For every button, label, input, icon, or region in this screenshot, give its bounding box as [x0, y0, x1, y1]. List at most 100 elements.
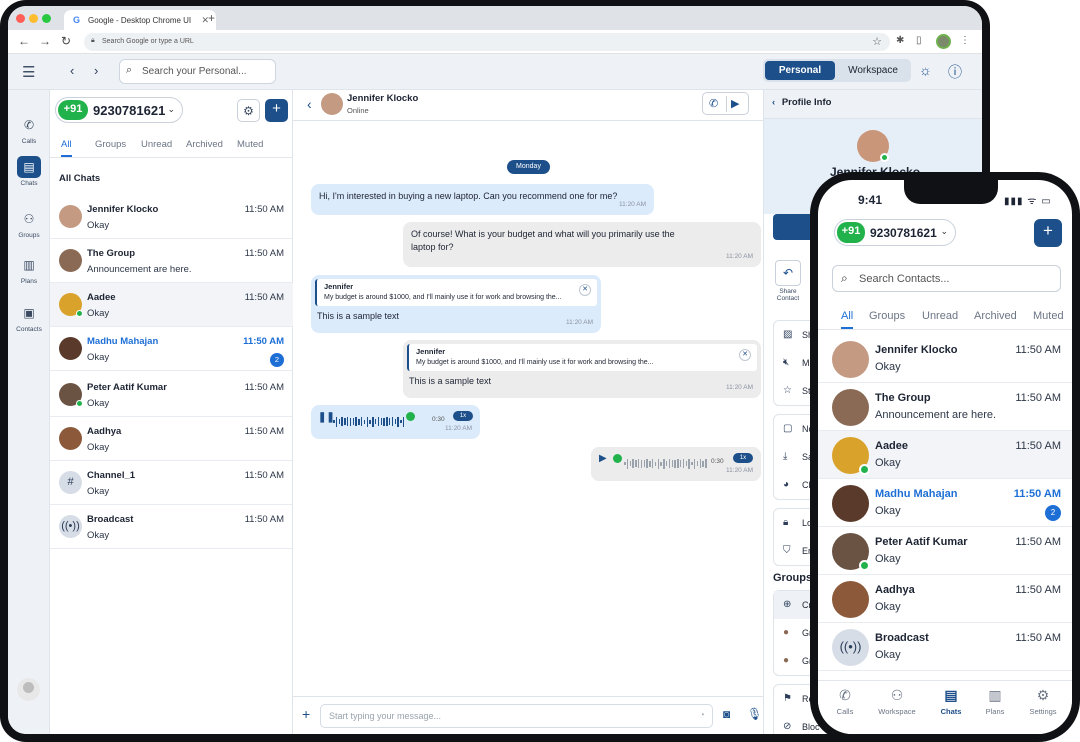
nav-plans[interactable]: ▥ Plans [970, 687, 1020, 716]
chat-row[interactable]: Aadee Okay 11:50 AM [818, 431, 1072, 479]
close-icon[interactable]: ✕ [579, 284, 591, 296]
rail-item-calls[interactable]: ✆ Calls [8, 114, 50, 145]
playback-handle[interactable] [613, 454, 622, 463]
tab-muted[interactable]: Muted [1033, 310, 1064, 322]
forward-arrow-icon[interactable]: → [39, 34, 51, 48]
extensions-icon[interactable]: ✱ [896, 35, 904, 46]
close-window-dot[interactable] [16, 14, 25, 23]
bookmark-star-icon[interactable]: ☆ [872, 35, 882, 48]
chat-row[interactable]: Peter Aatif Kumar Okay 11:50 AM [50, 373, 293, 417]
nav-chats[interactable]: ▤ Chats [926, 687, 976, 716]
rail-item-groups[interactable]: ⚇ Groups [8, 208, 50, 239]
sidebar-panel-icon[interactable]: ▯ [916, 35, 922, 46]
rail-item-contacts[interactable]: ▣ Contacts [8, 302, 50, 333]
rail-item-plans[interactable]: ▥ Plans [8, 254, 50, 285]
microphone-icon[interactable]: 🎙︎ [747, 707, 762, 721]
chat-row[interactable]: Jennifer Klocko Okay 11:50 AM [50, 195, 293, 239]
address-bar[interactable]: 🔒︎ Search Google or type a URL ☆ [84, 33, 890, 51]
chat-row[interactable]: Aadhya Okay 11:50 AM [818, 575, 1072, 623]
maximize-window-dot[interactable] [42, 14, 51, 23]
message-bubble-outgoing[interactable]: Of course! What is your budget and what … [403, 222, 761, 267]
nav-settings[interactable]: ⚙ Settings [1018, 687, 1068, 716]
profile-avatar[interactable] [936, 34, 951, 49]
minimize-window-dot[interactable] [29, 14, 38, 23]
tab-archived[interactable]: Archived [186, 139, 223, 150]
nav-workspace[interactable]: ⚇ Workspace [872, 687, 922, 716]
play-icon[interactable]: ▶ [599, 452, 607, 465]
new-chat-button[interactable]: + [265, 99, 288, 122]
more-menu-icon[interactable]: ⋮ [960, 35, 970, 46]
sticker-icon[interactable]: ◔ [699, 710, 705, 721]
chat-row[interactable]: Jennifer Klocko Okay 11:50 AM [818, 335, 1072, 383]
chat-row[interactable]: ((•)) Broadcast Okay 11:50 AM [818, 623, 1072, 671]
reload-icon[interactable]: ↻ [61, 34, 71, 48]
playback-speed-button[interactable]: 1x [733, 453, 753, 463]
tab-archived[interactable]: Archived [974, 310, 1017, 322]
camera-icon[interactable]: ◙ [723, 707, 730, 721]
message-input[interactable]: Start typing your message... ◔ [320, 704, 713, 728]
tab-unread[interactable]: Unread [141, 139, 172, 150]
tab-muted[interactable]: Muted [237, 139, 263, 150]
tab-groups[interactable]: Groups [95, 139, 126, 150]
chat-row[interactable]: Madhu Mahajan Okay 11:50 AM 2 [50, 327, 293, 371]
unread-badge: 2 [270, 353, 284, 367]
waveform-bar [651, 458, 654, 469]
status-time: 9:41 [858, 193, 883, 207]
settings-button[interactable]: ⚙ [237, 99, 260, 122]
voice-message-outgoing[interactable]: ▶ 0:30 1x 11:20 AM [591, 447, 761, 481]
tab-unread[interactable]: Unread [922, 310, 958, 322]
info-icon[interactable]: ⓘ [948, 62, 962, 82]
search-input[interactable]: ⌕ Search Contacts... [832, 265, 1061, 292]
playback-speed-button[interactable]: 1x [453, 411, 473, 421]
video-call-icon[interactable]: ▶︎ [731, 97, 739, 110]
group-avatar: ● [783, 655, 790, 666]
nav-forward-icon[interactable]: › [94, 63, 98, 78]
user-avatar[interactable] [17, 678, 40, 701]
search-input[interactable]: ⌕ Search your Personal... [119, 59, 276, 84]
back-icon[interactable]: ‹ [772, 97, 775, 108]
download-icon: ⤓ [783, 451, 788, 462]
account-number-selector[interactable]: +91 9230781621 ⌄ [55, 97, 183, 123]
nav-back-icon[interactable]: ‹ [70, 63, 74, 78]
tab-all[interactable]: All [841, 310, 854, 329]
message-bubble-incoming[interactable]: Hi, I'm interested in buying a new lapto… [311, 184, 654, 215]
quote-text: My budget is around $1000, and I'll main… [324, 294, 562, 301]
new-tab-icon[interactable]: + [208, 11, 215, 25]
chat-time: 11:50 AM [244, 382, 284, 393]
chat-row[interactable]: Aadee Okay 11:50 AM [50, 283, 293, 327]
voice-call-icon[interactable]: ✆ [709, 97, 718, 110]
chat-row[interactable]: The Group Announcement are here. 11:50 A… [50, 239, 293, 283]
reply-bubble-incoming[interactable]: Jennifer My budget is around $1000, and … [311, 275, 601, 333]
tab-all[interactable]: All [61, 139, 72, 157]
chat-row[interactable]: ((•)) Broadcast Okay 11:50 AM [50, 505, 293, 549]
search-placeholder: Search Contacts... [859, 273, 950, 285]
account-number-selector[interactable]: +91 9230781621 ⌄ [834, 219, 956, 246]
waveform-bar [626, 458, 629, 469]
voice-message-incoming[interactable]: ❚❚ 0:30 1x 11:20 AM [311, 405, 480, 439]
chat-row[interactable]: Peter Aatif Kumar Okay 11:50 AM [818, 527, 1072, 575]
new-chat-button[interactable]: + [1034, 219, 1062, 247]
back-icon[interactable]: ‹ [307, 96, 312, 112]
browser-tab[interactable]: G Google - Desktop Chrome UI ✕ [64, 10, 216, 30]
nav-calls[interactable]: ✆ Calls [820, 687, 870, 716]
chat-row[interactable]: Aadhya Okay 11:50 AM [50, 417, 293, 461]
menu-icon[interactable]: ☰ [22, 63, 35, 81]
waveform-bar [394, 419, 397, 425]
chat-row[interactable]: Madhu Mahajan Okay 11:50 AM 2 [818, 479, 1072, 527]
chat-row[interactable]: The Group Announcement are here. 11:50 A… [818, 383, 1072, 431]
mute-icon: 🔇︎ [783, 357, 790, 368]
tab-groups[interactable]: Groups [869, 310, 905, 322]
close-icon[interactable]: ✕ [739, 349, 751, 361]
rail-item-chats[interactable]: ▤ Chats [8, 156, 50, 187]
chat-row[interactable]: # Channel_1 Okay 11:50 AM [50, 461, 293, 505]
playback-handle[interactable] [406, 412, 415, 421]
brightness-icon[interactable]: ☼ [919, 62, 932, 78]
attach-plus-icon[interactable]: + [302, 706, 310, 722]
back-arrow-icon[interactable]: ← [18, 34, 30, 48]
share-contact-button[interactable]: ↶ Share Contact [773, 260, 803, 302]
toggle-workspace[interactable]: Workspace [837, 61, 909, 80]
waveform-bar [355, 417, 357, 427]
reply-bubble-outgoing[interactable]: Jennifer My budget is around $1000, and … [403, 340, 761, 398]
quote-author: Jennifer [416, 347, 446, 356]
toggle-personal[interactable]: Personal [765, 61, 835, 80]
